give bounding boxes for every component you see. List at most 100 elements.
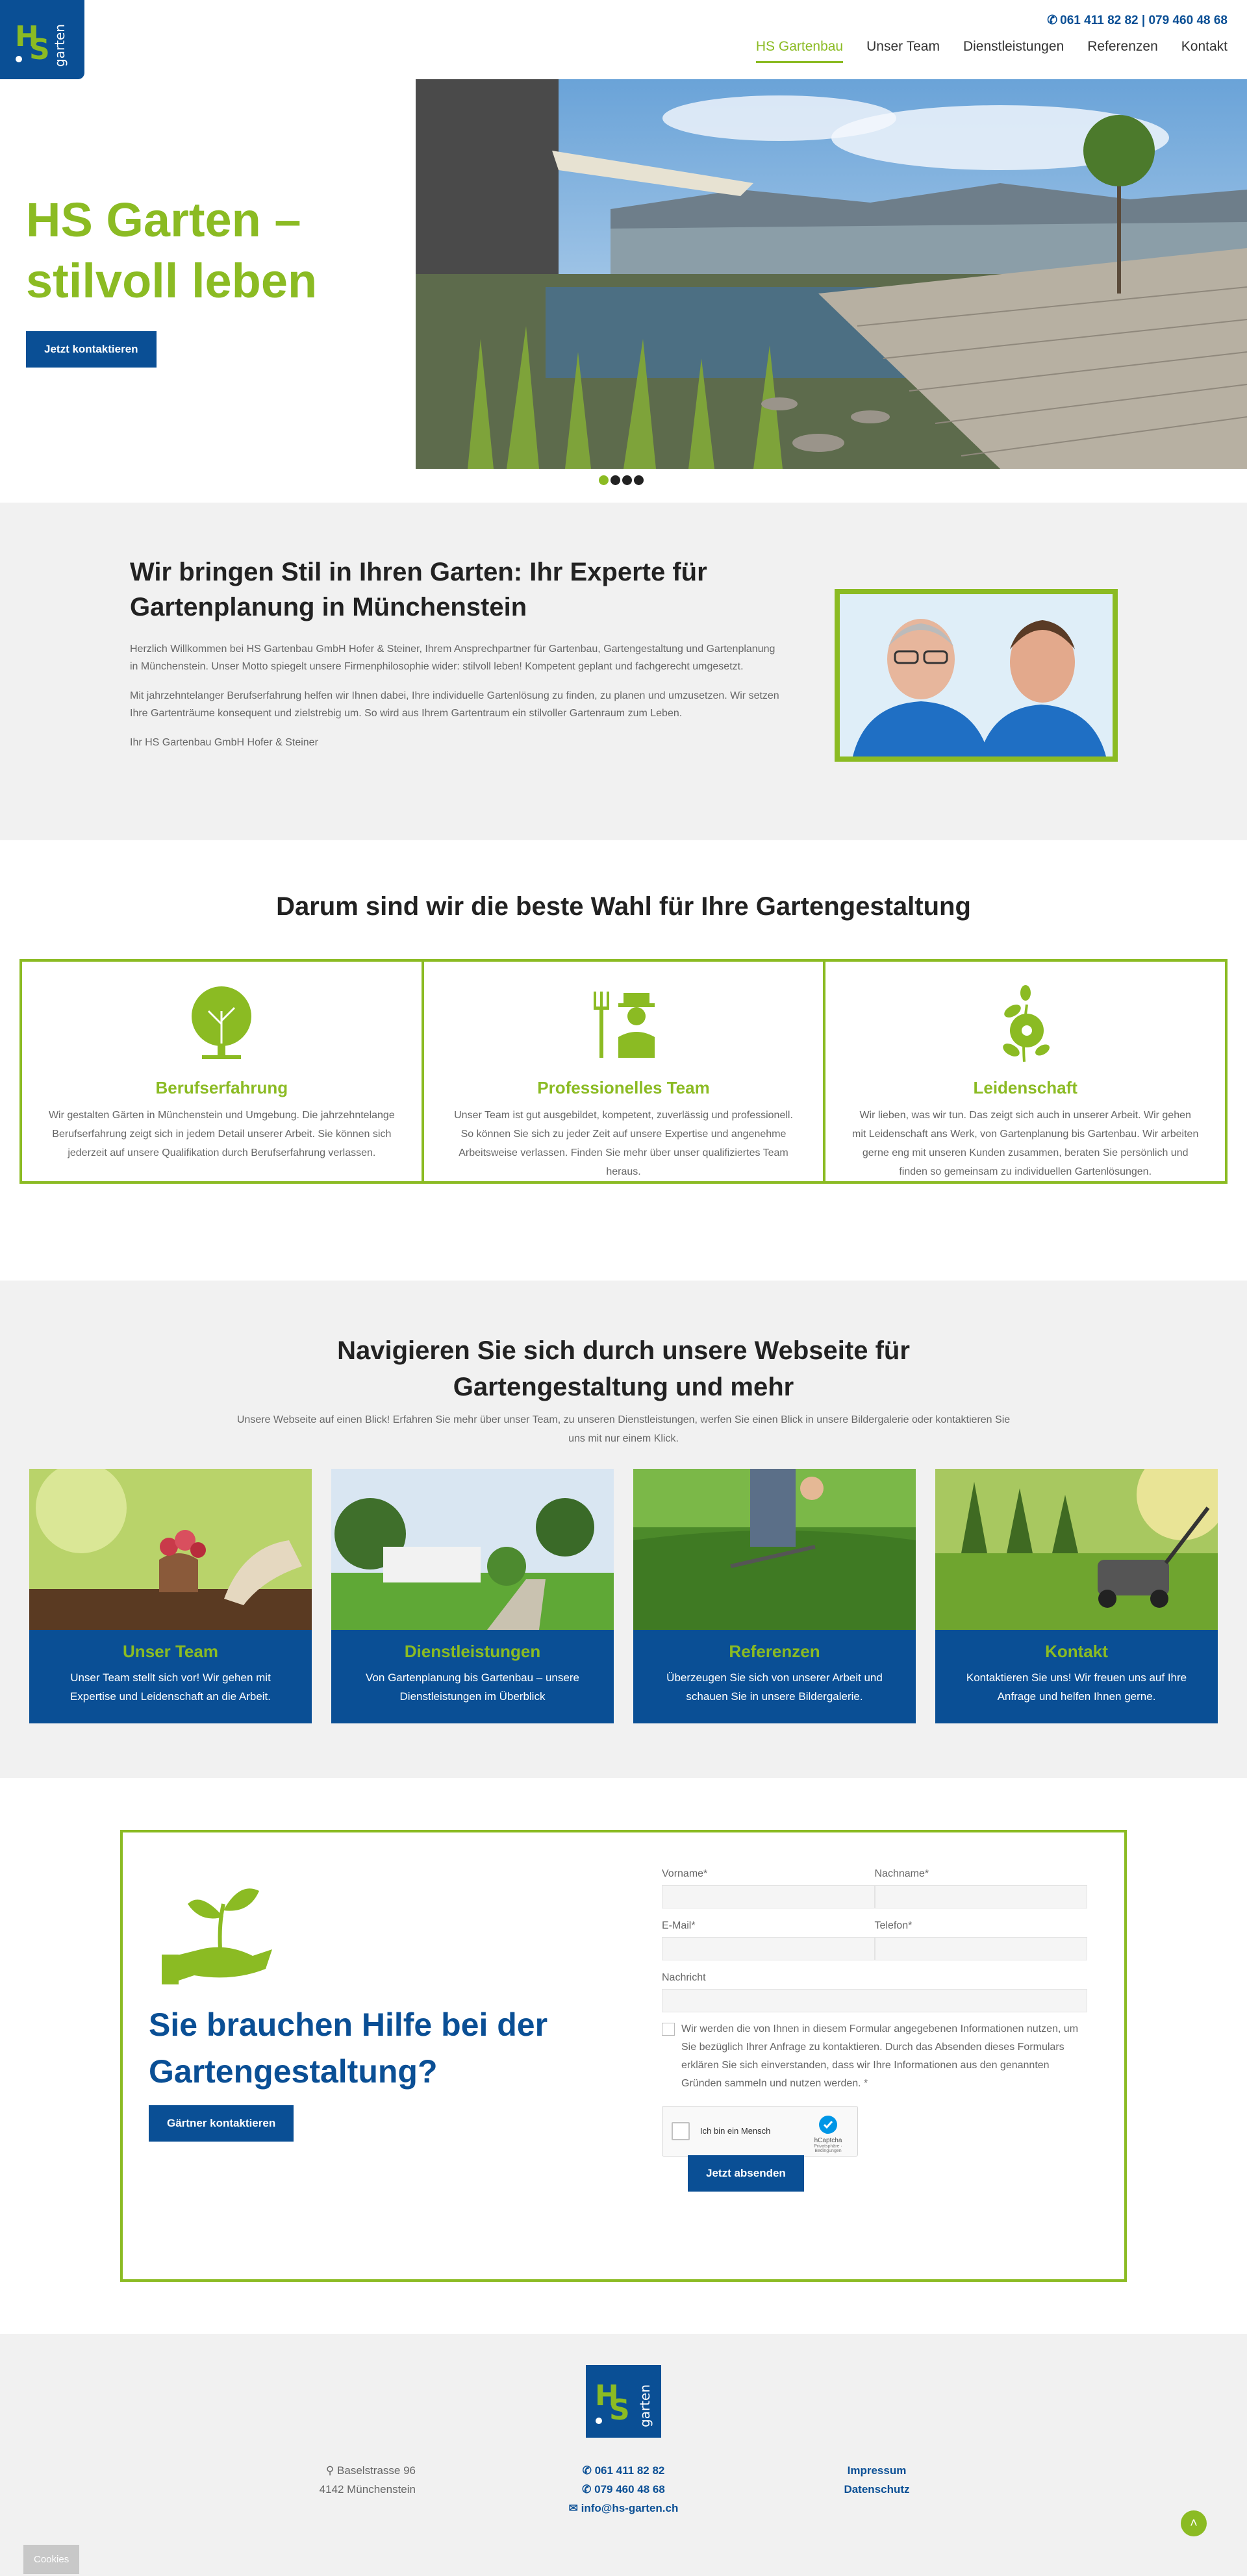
header-phones[interactable]: ✆ 061 411 82 82 | 079 460 48 68 — [1047, 13, 1228, 28]
card-image — [331, 1469, 614, 1630]
form-row-name: Vorname* Nachname* — [662, 1868, 1087, 1908]
owners-photo-image — [840, 594, 1113, 757]
hand-plant-icon — [162, 1888, 272, 1984]
footer-email-link[interactable]: ✉ info@hs-garten.ch — [559, 2499, 688, 2518]
field-nachname: Nachname* — [874, 1868, 1087, 1908]
submit-button[interactable]: Jetzt absenden — [688, 2155, 804, 2192]
consent-row: Wir werden die von Ihnen in diesem Formu… — [662, 2020, 1087, 2093]
svg-text:garten: garten — [52, 24, 68, 67]
feature-title: Leidenschaft — [973, 1078, 1077, 1097]
card-title: Referenzen — [729, 1642, 820, 1661]
intro-section: Wir bringen Stil in Ihren Garten: Ihr Ex… — [0, 503, 1247, 840]
intro-text: Wir bringen Stil in Ihren Garten: Ihr Ex… — [130, 555, 779, 763]
svg-text:S: S — [609, 2394, 630, 2427]
feature-text: Unser Team ist gut ausgebildet, kompeten… — [454, 1110, 793, 1177]
tree-icon — [192, 986, 252, 1059]
telefon-label: Telefon* — [874, 1920, 913, 1931]
footer-mobile-link[interactable]: ✆ 079 460 48 68 — [559, 2480, 688, 2499]
vorname-input[interactable] — [662, 1885, 875, 1908]
card-unser-team[interactable]: Unser Team Unser Team stellt sich vor! W… — [29, 1469, 312, 1723]
hero-text: HS Garten – stilvoll leben Jetzt kontakt… — [0, 79, 416, 469]
svg-text:garten: garten — [637, 2384, 653, 2427]
feature-text: Wir lieben, was wir tun. Das zeigt sich … — [852, 1110, 1199, 1177]
intro-signature: Ihr HS Gartenbau GmbH Hofer & Steiner — [130, 737, 318, 748]
consent-checkbox[interactable] — [662, 2023, 675, 2036]
card-title: Unser Team — [123, 1642, 218, 1661]
card-text: Überzeugen Sie sich von unserer Arbeit u… — [666, 1671, 883, 1703]
site-header: H S garten ✆ 061 411 82 82 | 079 460 48 6… — [0, 0, 1247, 79]
card-image — [29, 1469, 312, 1630]
nav-item-unser-team[interactable]: Unser Team — [866, 39, 940, 63]
slider-dot[interactable] — [634, 475, 644, 485]
nav-item-referenzen[interactable]: Referenzen — [1087, 39, 1158, 63]
site-footer: H S garten ⚲ Baselstrasse 96 4142 Münche… — [0, 2334, 1247, 2576]
feature-box: Berufserfahrung Wir gestalten Gärten in … — [22, 962, 424, 1181]
card-text: Von Gartenplanung bis Gartenbau – unsere… — [366, 1671, 579, 1703]
field-telefon: Telefon* — [874, 1920, 1087, 1960]
cookies-button[interactable]: Cookies — [23, 2545, 80, 2574]
contact-section: Sie brauchen Hilfe bei der Gartengestalt… — [0, 1778, 1247, 2334]
card-image — [633, 1469, 916, 1630]
feature-title: Berufserfahrung — [155, 1078, 288, 1097]
logo[interactable]: H S garten — [0, 0, 84, 79]
captcha-checkbox[interactable] — [672, 2122, 690, 2140]
contact-box: Sie brauchen Hilfe bei der Gartengestalt… — [120, 1830, 1127, 2282]
card-title: Kontakt — [1045, 1642, 1108, 1661]
feature-text: Wir gestalten Gärten in Münchenstein und… — [48, 1110, 395, 1158]
footer-contact: ✆ 061 411 82 82 ✆ 079 460 48 68 ✉ info@h… — [559, 2461, 688, 2518]
phone-icon: ✆ — [1047, 14, 1058, 27]
hcaptcha-icon — [819, 2116, 837, 2134]
why-boxes: Berufserfahrung Wir gestalten Gärten in … — [19, 959, 1228, 1184]
email-input[interactable] — [662, 1937, 875, 1960]
slider-dot[interactable] — [611, 475, 620, 485]
why-section: Darum sind wir die beste Wahl für Ihre G… — [0, 840, 1247, 1281]
hero-slider: HS Garten – stilvoll leben Jetzt kontakt… — [0, 79, 1247, 469]
planting-image — [29, 1469, 312, 1630]
contact-form: Vorname* Nachname* E-Mail* Telefon* Nach… — [662, 1868, 1087, 2192]
card-text: Kontaktieren Sie uns! Wir freuen uns auf… — [966, 1671, 1187, 1703]
intro-paragraph: Mit jahrzehntelanger Berufserfahrung hel… — [130, 690, 779, 719]
hedge-trimming-image — [633, 1469, 916, 1630]
nav-item-dienstleistungen[interactable]: Dienstleistungen — [963, 39, 1064, 63]
footer-phone-link[interactable]: ✆ 061 411 82 82 — [559, 2461, 688, 2480]
nachricht-input[interactable] — [662, 1989, 1087, 2012]
nav-item-hs-gartenbau[interactable]: HS Gartenbau — [755, 39, 844, 63]
card-referenzen[interactable]: Referenzen Überzeugen Sie sich von unser… — [633, 1469, 916, 1723]
navigate-subtext: Unsere Webseite auf einen Blick! Erfahre… — [236, 1414, 1011, 1444]
impressum-link[interactable]: Impressum — [812, 2461, 942, 2480]
nachname-input[interactable] — [874, 1885, 1087, 1908]
telefon-input[interactable] — [874, 1937, 1087, 1960]
captcha-links[interactable]: Privatsphäre · Bedingungen — [805, 2144, 851, 2153]
team-photo — [835, 589, 1118, 762]
card-image — [935, 1469, 1218, 1630]
footer-logo[interactable]: H S garten — [586, 2365, 661, 2438]
gardener-contact-button[interactable]: Gärtner kontaktieren — [149, 2105, 294, 2142]
slider-dots — [599, 475, 644, 485]
scroll-to-top-button[interactable]: ˄ — [1181, 2510, 1207, 2536]
nav-item-kontakt[interactable]: Kontakt — [1181, 39, 1228, 63]
navigate-heading: Navigieren Sie sich durch unsere Webseit… — [337, 1336, 910, 1401]
address-city: 4142 Münchenstein — [319, 2483, 416, 2495]
hero-contact-button[interactable]: Jetzt kontaktieren — [26, 331, 157, 368]
gardener-icon — [594, 992, 655, 1058]
slider-dot[interactable] — [622, 475, 632, 485]
datenschutz-link[interactable]: Datenschutz — [812, 2480, 942, 2499]
field-nachricht: Nachricht — [662, 1972, 1087, 2012]
phone-icon: ✆ — [582, 2464, 595, 2477]
contact-heading: Sie brauchen Hilfe bei der Gartengestalt… — [149, 2007, 548, 2090]
card-kontakt[interactable]: Kontakt Kontaktieren Sie uns! Wir freuen… — [935, 1469, 1218, 1723]
feature-box: Professionelles Team Unser Team ist gut … — [424, 962, 826, 1181]
intro-heading: Wir bringen Stil in Ihren Garten: Ihr Ex… — [130, 558, 707, 621]
flower-icon — [1002, 985, 1050, 1062]
phone-icon: ✆ — [582, 2483, 595, 2495]
footer-legal: Impressum Datenschutz — [812, 2461, 942, 2499]
hcaptcha-widget: Ich bin ein Mensch hCaptcha Privatsphäre… — [662, 2106, 858, 2157]
vorname-label: Vorname* — [662, 1868, 708, 1879]
navigate-section: Navigieren Sie sich durch unsere Webseit… — [0, 1281, 1247, 1778]
email-label: E-Mail* — [662, 1920, 696, 1931]
card-text: Unser Team stellt sich vor! Wir gehen mi… — [69, 1671, 271, 1703]
field-vorname: Vorname* — [662, 1868, 875, 1908]
hero-garden-image — [416, 79, 1247, 469]
card-dienstleistungen[interactable]: Dienstleistungen Von Gartenplanung bis G… — [331, 1469, 614, 1723]
slider-dot[interactable] — [599, 475, 609, 485]
